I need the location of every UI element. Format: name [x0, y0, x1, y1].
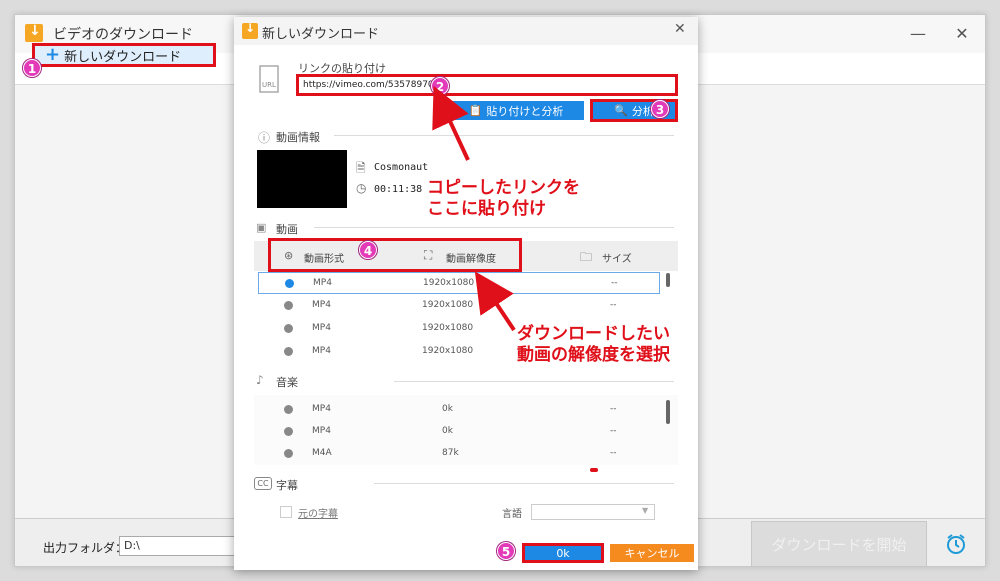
- dialog-title-bar: 新しいダウンロード ✕: [234, 17, 698, 45]
- new-download-button[interactable]: + 新しいダウンロード: [32, 43, 216, 67]
- row-format: MP4: [313, 278, 332, 288]
- clipboard-icon: 📋: [468, 104, 483, 117]
- row-format: MP4: [312, 300, 331, 310]
- video-thumbnail: [257, 150, 347, 208]
- marker-3: 3: [651, 100, 669, 118]
- radio[interactable]: [284, 301, 293, 310]
- row-resolution: 1920x1080: [422, 323, 474, 333]
- radio[interactable]: [284, 347, 293, 356]
- annotation-paste-line1: コピーしたリンクを: [427, 178, 580, 198]
- paste-analyze-label: 貼り付けと分析: [486, 104, 564, 118]
- minimize-icon[interactable]: —: [903, 19, 933, 49]
- row-bitrate: 0k: [442, 404, 453, 414]
- annotation-paste-line2: ここに貼り付け: [427, 199, 546, 219]
- table-row[interactable]: MP4 1920x1080 --: [258, 272, 660, 294]
- output-folder-label: 出力フォルダ：: [43, 541, 128, 555]
- row-bitrate: 0k: [442, 426, 453, 436]
- radio[interactable]: [284, 405, 293, 414]
- annotation-resolution: ダウンロードしたい 動画の解像度を選択: [517, 324, 670, 366]
- row-resolution: 1920x1080: [422, 300, 474, 310]
- table-row[interactable]: MP4 0k --: [258, 421, 682, 443]
- marker-5: 5: [497, 542, 515, 560]
- original-subtitle-checkbox[interactable]: [280, 506, 292, 518]
- section-divider: [394, 381, 674, 382]
- row-size: --: [610, 404, 617, 414]
- new-download-label: 新しいダウンロード: [64, 49, 182, 65]
- url-input[interactable]: https://vimeo.com/535789702: [296, 74, 678, 96]
- paste-analyze-button[interactable]: 📋 貼り付けと分析: [448, 101, 584, 120]
- radio[interactable]: [284, 427, 293, 436]
- dialog-logo-icon: [242, 21, 258, 39]
- row-size: --: [610, 300, 617, 310]
- row-bitrate: 87k: [442, 448, 459, 458]
- row-size: --: [611, 278, 618, 288]
- new-download-dialog: 新しいダウンロード ✕ URL リンクの貼り付け https://vimeo.c…: [234, 17, 698, 570]
- language-label: 言語: [502, 509, 522, 520]
- clock-icon: ◷: [356, 181, 367, 195]
- red-dot: [590, 468, 598, 472]
- video-section-label: 動画: [276, 223, 298, 236]
- col-size: サイズ: [602, 254, 632, 265]
- video-duration: 00:11:38: [374, 184, 423, 195]
- header-highlight: [268, 238, 522, 272]
- close-icon[interactable]: ✕: [947, 19, 977, 49]
- start-download-button[interactable]: ダウンロードを開始: [751, 521, 927, 566]
- row-format: M4A: [312, 448, 332, 458]
- subtitle-section-label: 字幕: [276, 479, 298, 492]
- row-format: MP4: [312, 346, 331, 356]
- output-folder-field[interactable]: D:\: [119, 536, 239, 556]
- radio[interactable]: [284, 324, 293, 333]
- table-row[interactable]: MP4 0k --: [258, 399, 682, 421]
- row-format: MP4: [312, 404, 331, 414]
- row-size: --: [610, 448, 617, 458]
- video-title: Cosmonaut: [374, 162, 429, 173]
- radio-selected[interactable]: [285, 279, 294, 288]
- section-divider: [334, 135, 674, 136]
- ok-button[interactable]: 0k: [522, 543, 604, 563]
- section-divider: [374, 483, 674, 484]
- music-note-icon: ♪: [256, 373, 264, 387]
- row-size: --: [610, 426, 617, 436]
- info-icon: ⓘ: [258, 131, 271, 145]
- original-subtitle-label[interactable]: 元の字幕: [298, 505, 338, 520]
- annotation-paste: コピーしたリンクを ここに貼り付け: [427, 178, 580, 220]
- audio-scrollbar[interactable]: [666, 400, 670, 424]
- row-resolution: 1920x1080: [423, 278, 475, 288]
- language-select[interactable]: ▼: [531, 504, 655, 520]
- marker-1: 1: [23, 59, 41, 77]
- row-resolution: 1920x1080: [422, 346, 474, 356]
- url-document-icon: URL: [259, 65, 279, 93]
- chevron-down-icon: ▼: [642, 506, 649, 515]
- row-format: MP4: [312, 323, 331, 333]
- plus-icon: +: [45, 44, 61, 65]
- annotation-res-line2: 動画の解像度を選択: [517, 345, 670, 365]
- dialog-close-icon[interactable]: ✕: [674, 21, 686, 37]
- audio-section-label: 音楽: [276, 376, 298, 389]
- alarm-clock-icon[interactable]: [945, 533, 967, 555]
- app-logo-icon: [25, 23, 43, 42]
- marker-2: 2: [431, 77, 449, 95]
- video-scrollbar[interactable]: [666, 273, 670, 287]
- film-icon: ▣: [256, 221, 267, 234]
- file-icon: 🗎: [356, 161, 366, 175]
- magnifier-icon: 🔍: [614, 104, 628, 117]
- svg-text:URL: URL: [262, 81, 276, 89]
- main-title: ビデオのダウンロード: [53, 27, 193, 43]
- annotation-res-line1: ダウンロードしたい: [517, 324, 670, 344]
- cc-icon: CC: [254, 477, 272, 490]
- cancel-button[interactable]: キャンセル: [610, 544, 694, 562]
- table-row[interactable]: MP4 1920x1080 --: [258, 295, 682, 317]
- dialog-title: 新しいダウンロード: [262, 27, 380, 42]
- video-info-label: 動画情報: [276, 131, 320, 144]
- folder-icon: 🗀: [580, 250, 593, 264]
- section-divider: [314, 227, 674, 228]
- radio[interactable]: [284, 449, 293, 458]
- marker-4: 4: [359, 241, 377, 259]
- row-format: MP4: [312, 426, 331, 436]
- table-row[interactable]: M4A 87k --: [258, 443, 682, 465]
